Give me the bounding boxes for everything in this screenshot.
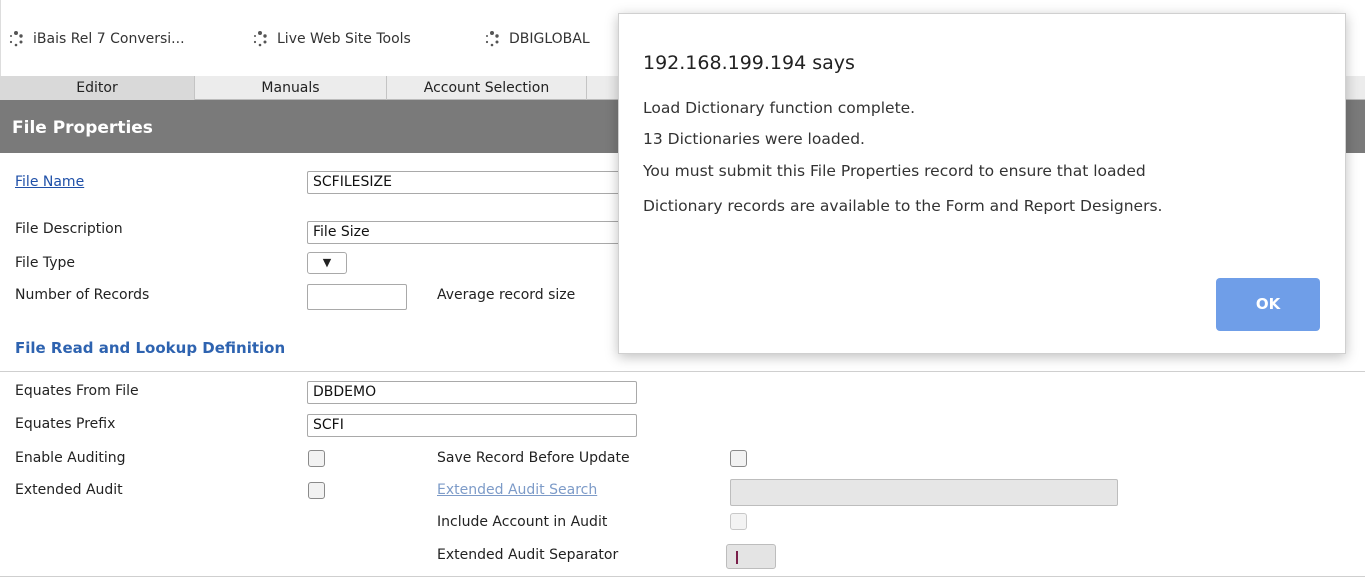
spinner-icon <box>251 30 269 48</box>
chevron-down-icon: ▼ <box>322 256 332 269</box>
extended-audit-label: Extended Audit <box>15 482 123 498</box>
file-name-input[interactable]: SCFILESIZE <box>307 171 637 194</box>
dialog-host-title: 192.168.199.194 says <box>643 52 855 74</box>
section-title: File Properties <box>12 118 153 138</box>
save-record-before-update-label: Save Record Before Update <box>437 450 630 466</box>
bookmark-label: Live Web Site Tools <box>277 31 411 47</box>
file-description-input[interactable]: File Size <box>307 221 637 244</box>
file-description-label: File Description <box>15 221 123 237</box>
dialog-message-line: You must submit this File Properties rec… <box>643 162 1146 180</box>
tab-account-selection[interactable]: Account Selection <box>387 76 587 100</box>
ok-button[interactable]: OK <box>1216 278 1320 331</box>
bookmark-live-web-site-tools[interactable]: Live Web Site Tools <box>251 30 411 48</box>
extended-audit-separator-label: Extended Audit Separator <box>437 547 619 563</box>
bookmark-dbiglobal[interactable]: DBIGLOBAL <box>483 30 590 48</box>
bottom-divider <box>0 576 1365 577</box>
enable-auditing-label: Enable Auditing <box>15 450 126 466</box>
subsection-title: File Read and Lookup Definition <box>15 339 286 357</box>
file-type-label: File Type <box>15 255 76 271</box>
dialog-message-line: Load Dictionary function complete. <box>643 99 916 117</box>
include-account-in-audit-checkbox <box>730 513 747 530</box>
equates-prefix-input[interactable]: SCFI <box>307 414 637 437</box>
dialog-message-line: 13 Dictionaries were loaded. <box>643 130 865 148</box>
bookmark-label: iBais Rel 7 Conversi... <box>33 31 185 47</box>
divider <box>0 371 1365 372</box>
spinner-icon <box>483 30 501 48</box>
file-type-select[interactable]: ▼ <box>307 252 347 274</box>
average-record-size-label: Average record size <box>437 287 576 303</box>
save-record-before-update-checkbox[interactable] <box>730 450 747 467</box>
bookmark-label: DBIGLOBAL <box>509 31 590 47</box>
extended-audit-checkbox[interactable] <box>308 482 325 499</box>
number-of-records-input[interactable] <box>307 284 407 310</box>
enable-auditing-checkbox[interactable] <box>308 450 325 467</box>
bookmark-ibais[interactable]: iBais Rel 7 Conversi... <box>7 30 185 48</box>
alert-dialog: 192.168.199.194 says Load Dictionary fun… <box>618 13 1346 354</box>
number-of-records-label: Number of Records <box>15 287 150 303</box>
extended-audit-search-link[interactable]: Extended Audit Search <box>437 482 597 498</box>
extended-audit-search-input <box>730 479 1118 506</box>
dialog-message-line: Dictionary records are available to the … <box>643 197 1163 215</box>
equates-prefix-label: Equates Prefix <box>15 416 116 432</box>
text-cursor <box>736 551 738 564</box>
tab-manuals[interactable]: Manuals <box>195 76 387 100</box>
equates-from-file-label: Equates From File <box>15 383 139 399</box>
equates-from-file-input[interactable]: DBDEMO <box>307 381 637 404</box>
file-name-link[interactable]: File Name <box>15 174 84 190</box>
extended-audit-separator-input[interactable] <box>726 544 776 569</box>
tab-editor[interactable]: Editor <box>0 76 195 100</box>
spinner-icon <box>7 30 25 48</box>
include-account-in-audit-label: Include Account in Audit <box>437 514 608 530</box>
